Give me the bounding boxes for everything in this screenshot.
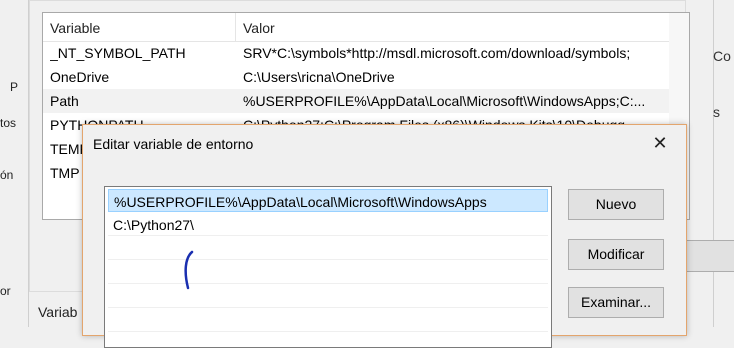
- bg-fragment: P: [10, 80, 19, 94]
- row-value: SRV*C:\symbols*http://msdl.microsoft.com…: [243, 45, 631, 61]
- background-window-left: P tos ón or: [0, 0, 29, 327]
- row-value: %USERPROFILE%\AppData\Local\Microsoft\Wi…: [243, 93, 646, 109]
- close-icon[interactable]: ✕: [648, 131, 672, 155]
- table-row[interactable]: OneDrive C:\Users\ricna\OneDrive: [43, 65, 689, 89]
- entry-text: %USERPROFILE%\AppData\Local\Microsoft\Wi…: [114, 194, 487, 210]
- bg-fragment: or: [0, 284, 11, 298]
- row-variable: Path: [50, 93, 79, 109]
- bg-fragment: tos: [0, 116, 17, 130]
- background-button[interactable]: [684, 240, 734, 272]
- list-item[interactable]: C:\Python27\: [108, 213, 548, 236]
- edit-button[interactable]: Modificar: [568, 239, 664, 270]
- empty-list-item[interactable]: [108, 237, 548, 260]
- empty-list-item[interactable]: [108, 285, 548, 308]
- bg-fragment: s: [713, 104, 720, 120]
- dialog-title: Editar variable de entorno: [93, 136, 254, 152]
- empty-list-item[interactable]: [108, 309, 548, 332]
- row-variable: _NT_SYMBOL_PATH: [50, 45, 186, 61]
- browse-button[interactable]: Examinar...: [568, 287, 664, 318]
- row-variable: OneDrive: [50, 69, 110, 85]
- column-separator[interactable]: [235, 13, 236, 41]
- column-header-value[interactable]: Valor: [243, 20, 275, 36]
- ink-annotation: [184, 250, 194, 290]
- ink-stroke: [184, 250, 194, 290]
- system-variables-label: Variab: [38, 304, 78, 320]
- bg-fragment: ón: [0, 168, 14, 182]
- column-header-variable[interactable]: Variable: [50, 20, 100, 36]
- list-header: Variable Valor: [43, 13, 689, 42]
- path-entries-list[interactable]: %USERPROFILE%\AppData\Local\Microsoft\Wi…: [104, 186, 552, 348]
- new-button[interactable]: Nuevo: [568, 189, 664, 220]
- row-value: C:\Users\ricna\OneDrive: [243, 69, 395, 85]
- empty-list-item[interactable]: [108, 261, 548, 284]
- table-row[interactable]: _NT_SYMBOL_PATH SRV*C:\symbols*http://ms…: [43, 41, 689, 65]
- list-item[interactable]: %USERPROFILE%\AppData\Local\Microsoft\Wi…: [108, 189, 548, 212]
- edit-variable-dialog: Editar variable de entorno ✕ %USERPROFIL…: [82, 124, 687, 348]
- bg-fragment: Co: [713, 48, 731, 64]
- entry-text: C:\Python27\: [113, 217, 194, 233]
- table-row[interactable]: Path %USERPROFILE%\AppData\Local\Microso…: [43, 89, 689, 113]
